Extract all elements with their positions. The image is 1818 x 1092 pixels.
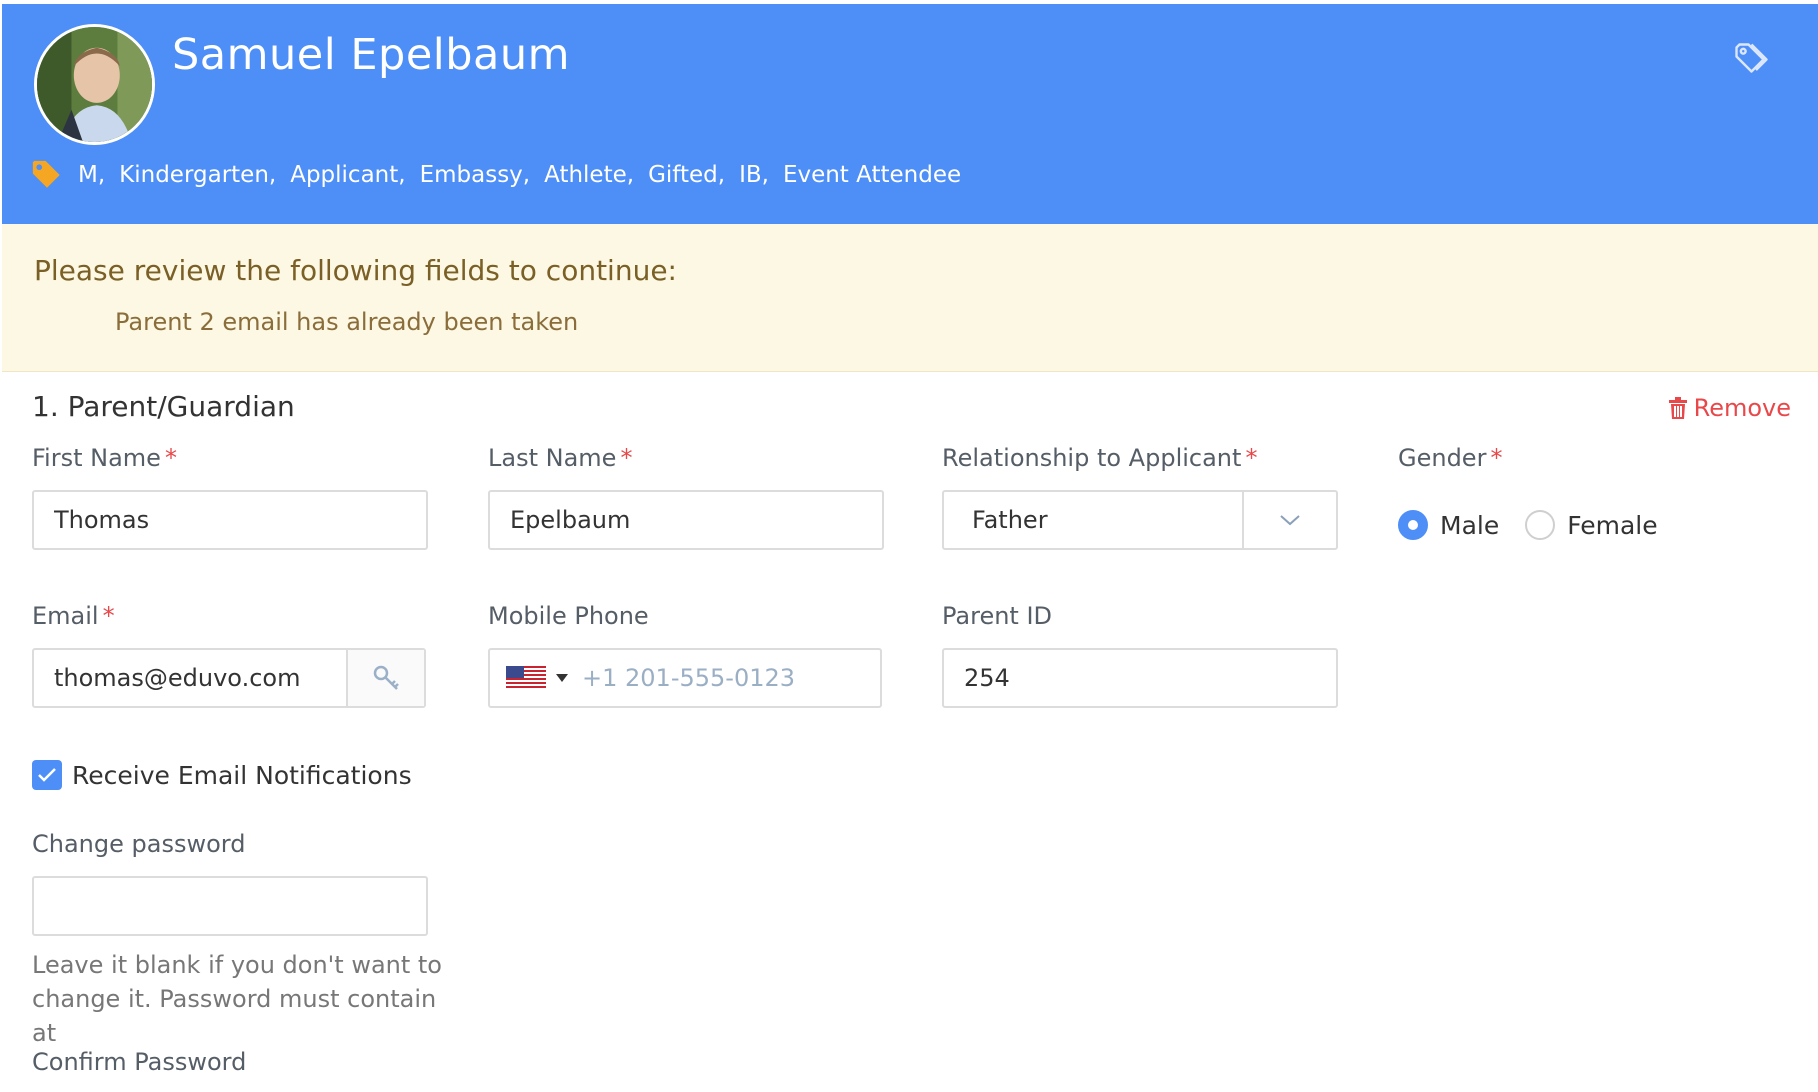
- profile-header: Samuel Epelbaum M, Kindergarten, Applica…: [2, 4, 1818, 224]
- email-notifications-checkbox[interactable]: Receive Email Notifications: [32, 760, 412, 790]
- tag-item: Event Attendee: [782, 162, 962, 188]
- gender-label-text: Gender: [1398, 444, 1487, 472]
- change-password-label: Change password: [32, 830, 246, 858]
- country-selector[interactable]: [490, 666, 568, 690]
- gender-male-label: Male: [1440, 510, 1500, 540]
- tag-item: Athlete,: [544, 162, 635, 188]
- gender-female-label: Female: [1567, 510, 1658, 540]
- avatar: [34, 24, 155, 145]
- last-name-input[interactable]: [488, 490, 884, 550]
- gender-male-radio[interactable]: Male: [1398, 510, 1499, 540]
- relationship-value: Father: [972, 506, 1048, 534]
- relationship-label: Relationship to Applicant *: [942, 444, 1257, 472]
- change-password-input[interactable]: [32, 876, 428, 936]
- tag-item: Applicant,: [290, 162, 406, 188]
- remove-button[interactable]: Remove: [1668, 394, 1791, 422]
- radio-checked-icon: [1398, 510, 1428, 540]
- gender-radio-group: Male Female: [1398, 510, 1658, 540]
- key-icon[interactable]: [346, 650, 424, 706]
- chevron-down-icon: [1242, 492, 1336, 548]
- relationship-select[interactable]: Father: [942, 490, 1338, 550]
- remove-label: Remove: [1693, 394, 1791, 422]
- gender-label: Gender *: [1398, 444, 1502, 472]
- relationship-label-text: Relationship to Applicant: [942, 444, 1242, 472]
- last-name-label: Last Name *: [488, 444, 632, 472]
- tag-item: M,: [78, 162, 106, 188]
- confirm-password-label: Confirm Password: [32, 1048, 247, 1076]
- required-marker: *: [1490, 444, 1503, 472]
- mobile-phone-field: [488, 648, 882, 708]
- avatar-image: [37, 27, 152, 142]
- radio-unchecked-icon: [1525, 510, 1556, 540]
- tag-item: Gifted,: [648, 162, 726, 188]
- required-marker: *: [164, 444, 177, 472]
- required-marker: *: [1245, 444, 1258, 472]
- required-marker: *: [102, 602, 115, 630]
- alert-title: Please review the following fields to co…: [34, 254, 677, 287]
- us-flag-icon: [506, 666, 546, 690]
- tag-item: Kindergarten,: [119, 162, 277, 188]
- email-input[interactable]: [34, 650, 346, 706]
- tag-item: Embassy,: [419, 162, 531, 188]
- required-marker: *: [620, 444, 633, 472]
- email-field-group: [32, 648, 426, 708]
- last-name-label-text: Last Name: [488, 444, 617, 472]
- tags-list: M, Kindergarten, Applicant, Embassy, Ath…: [78, 162, 961, 188]
- email-label: Email *: [32, 602, 115, 630]
- email-notifications-label: Receive Email Notifications: [72, 760, 412, 790]
- caret-down-icon: [556, 674, 568, 682]
- first-name-label-text: First Name: [32, 444, 161, 472]
- tag-outline-icon[interactable]: [1732, 40, 1768, 76]
- mobile-phone-label: Mobile Phone: [488, 602, 649, 630]
- parent-id-input[interactable]: [942, 648, 1338, 708]
- password-help-text: Leave it blank if you don't want to chan…: [32, 951, 442, 1047]
- first-name-input[interactable]: [32, 490, 428, 550]
- gender-female-radio[interactable]: Female: [1525, 510, 1658, 540]
- alert-message: Parent 2 email has already been taken: [115, 308, 579, 336]
- checkmark-icon: [32, 760, 62, 790]
- tag-icon: [32, 160, 60, 188]
- trash-icon: [1668, 397, 1687, 419]
- first-name-label: First Name *: [32, 444, 177, 472]
- applicant-name: Samuel Epelbaum: [172, 30, 571, 80]
- email-label-text: Email: [32, 602, 99, 630]
- validation-alert: Please review the following fields to co…: [2, 224, 1818, 372]
- mobile-phone-input[interactable]: [568, 664, 880, 692]
- section-title: 1. Parent/Guardian: [32, 390, 295, 423]
- parent-id-label: Parent ID: [942, 602, 1053, 630]
- tags-row: M, Kindergarten, Applicant, Embassy, Ath…: [30, 158, 961, 192]
- tag-item: IB,: [739, 162, 769, 188]
